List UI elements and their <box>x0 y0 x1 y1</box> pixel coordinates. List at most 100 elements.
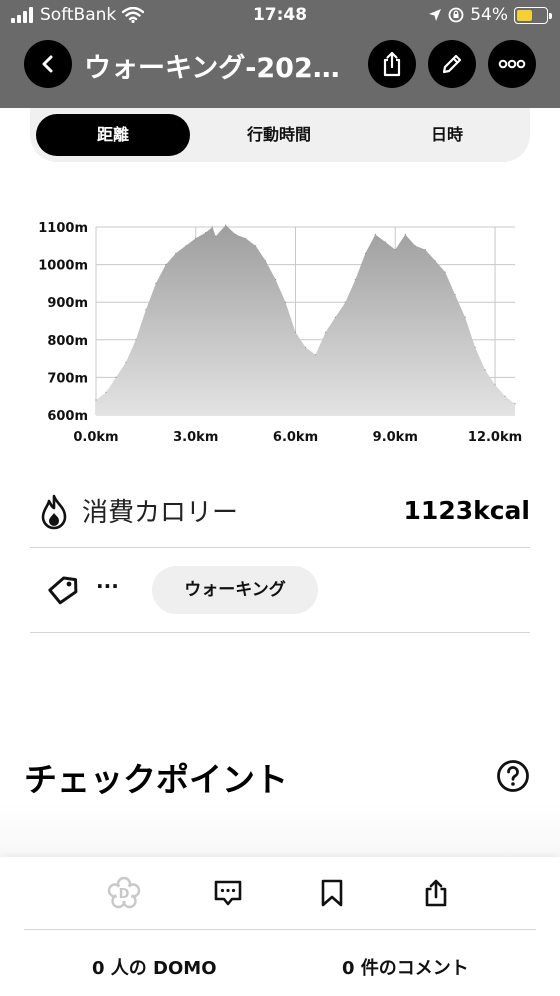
elevation-chart: 1100m 1000m 900m 800m 700m 600m 0.0km 3.0km 6.0k… <box>0 200 560 450</box>
elevation-point <box>364 252 366 254</box>
pencil-icon <box>442 54 462 74</box>
y-tick-label: 1100m <box>38 221 88 236</box>
elevation-point <box>265 260 267 262</box>
battery-icon <box>514 6 552 24</box>
comment-button[interactable] <box>208 873 248 913</box>
domo-button[interactable]: D <box>104 873 144 913</box>
share-icon <box>383 51 401 77</box>
calorie-value: 1123kcal <box>403 496 530 525</box>
question-circle-icon[interactable] <box>496 759 530 793</box>
elevation-point <box>414 245 416 247</box>
content-fade <box>0 800 560 860</box>
elevation-point <box>105 391 107 393</box>
elevation-point <box>514 403 516 405</box>
flame-icon <box>41 494 67 530</box>
elevation-point <box>304 346 307 348</box>
battery-level <box>517 9 532 21</box>
y-tick-label: 700m <box>47 371 88 386</box>
elevation-point <box>474 346 476 348</box>
elevation-point <box>424 249 426 251</box>
elevation-point <box>294 331 297 333</box>
elevation-point <box>125 361 127 363</box>
x-tick-label: 9.0km <box>373 430 418 445</box>
elevation-point <box>324 331 327 333</box>
tag-chip-walking[interactable]: ウォーキング <box>152 566 318 614</box>
calorie-label: 消費カロリー <box>82 498 239 528</box>
comment-icon <box>214 880 242 906</box>
x-tick-label: 12.0km <box>468 430 522 445</box>
header: SoftBank 17:48 54% ウォーキング-202… <box>0 0 560 108</box>
tab-distance[interactable]: 距離 <box>36 114 190 156</box>
nav-bar: ウォーキング-202… <box>0 40 560 88</box>
elevation-point <box>235 233 237 236</box>
bottom-bar: D 0 人の DOMO 0 件のコメント <box>0 857 560 996</box>
elevation-chart-svg: 1100m 1000m 900m 800m 700m 600m 0.0km 3.0km 6.0k… <box>38 221 522 445</box>
elevation-point <box>255 245 257 247</box>
divider <box>30 547 530 548</box>
elevation-point <box>215 235 217 237</box>
elevation-point <box>205 232 207 234</box>
elevation-point <box>484 369 486 371</box>
checkpoint-title: チェックポイント <box>24 760 288 799</box>
elevation-point <box>434 260 436 262</box>
elevation-point <box>195 237 197 239</box>
domo-flower-icon: D <box>107 876 141 909</box>
elevation-point <box>284 301 287 303</box>
elevation-point <box>145 309 147 311</box>
more-button[interactable] <box>488 40 536 88</box>
elevation-point <box>454 294 456 296</box>
tab-duration[interactable]: 行動時間 <box>202 114 356 156</box>
divider <box>24 929 536 930</box>
back-button[interactable] <box>24 40 72 88</box>
tag-row: ··· ウォーキング <box>30 560 530 620</box>
edit-button[interactable] <box>428 40 476 88</box>
y-tick-label: 900m <box>47 296 88 311</box>
elevation-point <box>354 279 356 281</box>
elevation-point <box>444 271 446 273</box>
elevation-point <box>404 233 406 236</box>
elevation-point <box>314 354 317 356</box>
x-tick-label: 3.0km <box>173 430 218 445</box>
tag-more[interactable]: ··· <box>96 574 119 598</box>
y-tick-label: 600m <box>47 409 88 424</box>
share-button[interactable] <box>368 40 416 88</box>
share-icon <box>425 879 447 907</box>
elevation-point <box>175 252 177 254</box>
elevation-point <box>211 226 213 228</box>
elevation-point <box>155 282 157 284</box>
svg-text:D: D <box>119 887 130 902</box>
elevation-point <box>185 245 187 247</box>
elevation-point <box>135 339 137 341</box>
divider <box>30 632 530 633</box>
elevation-point <box>344 301 346 303</box>
elevation-point <box>165 264 167 266</box>
bookmark-icon <box>321 879 343 907</box>
location-arrow-icon <box>429 9 442 21</box>
elevation-area <box>96 225 515 415</box>
status-right: 54% <box>428 5 552 25</box>
x-tick-label: 6.0km <box>273 430 318 445</box>
elevation-point <box>115 376 117 378</box>
elevation-point <box>384 241 386 243</box>
elevation-point <box>245 237 247 239</box>
elevation-point <box>394 249 396 251</box>
elevation-point <box>334 316 336 318</box>
domo-count[interactable]: 0 人の DOMO <box>92 954 217 980</box>
comment-count[interactable]: 0 件のコメント <box>342 954 469 980</box>
x-tick-label: 0.0km <box>73 430 118 445</box>
chevron-left-icon <box>42 55 53 73</box>
elevation-point <box>494 384 496 386</box>
bookmark-button[interactable] <box>312 873 352 913</box>
elevation-point <box>374 233 376 236</box>
tab-datetime[interactable]: 日時 <box>370 114 524 156</box>
elevation-point <box>225 224 227 226</box>
calorie-row: 消費カロリー 1123kcal <box>30 478 530 548</box>
elevation-point <box>275 279 277 281</box>
more-icon <box>498 59 526 69</box>
orientation-lock-icon <box>448 7 464 23</box>
share-bottom-button[interactable] <box>416 873 456 913</box>
elevation-point <box>504 395 506 397</box>
page-title: ウォーキング-202… <box>84 53 340 84</box>
battery-percent: 54% <box>470 5 508 25</box>
status-bar: SoftBank 17:48 54% <box>0 0 560 32</box>
